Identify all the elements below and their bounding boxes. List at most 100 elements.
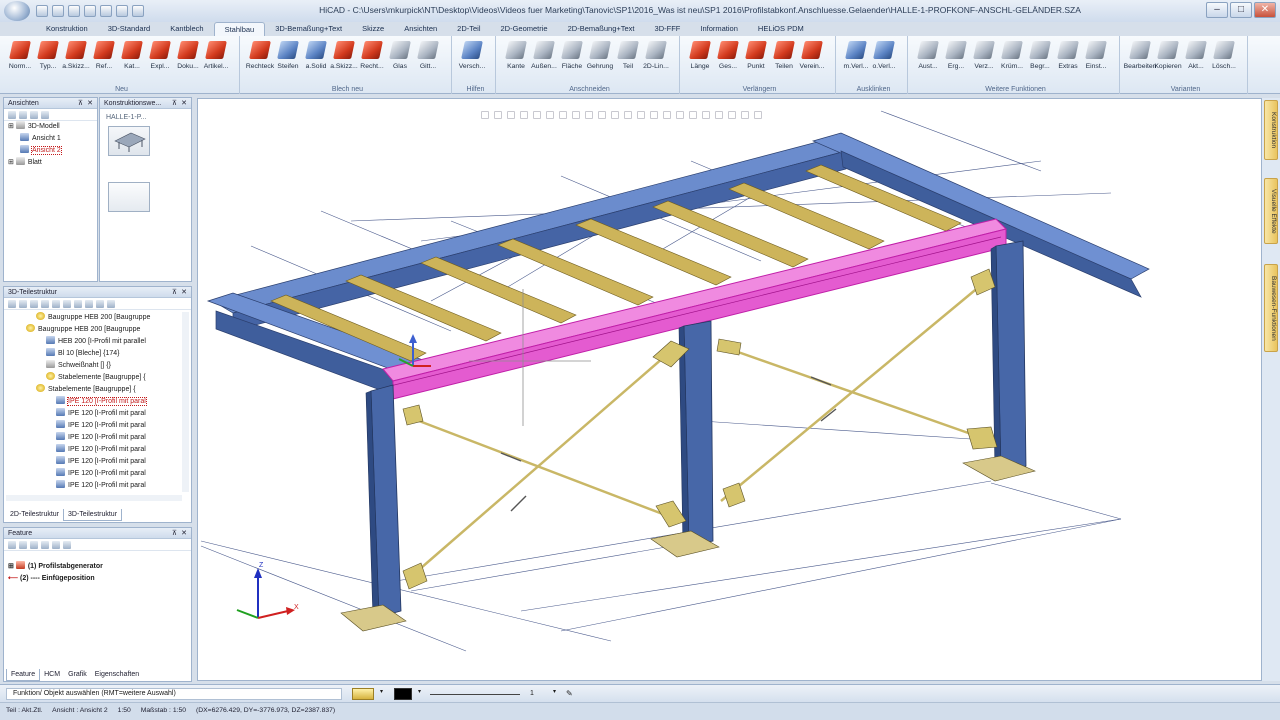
line-color-button[interactable] [394,688,412,700]
view-tool-icon[interactable] [8,111,16,119]
lösch-button[interactable]: Lösch... [1210,38,1238,82]
m-verl-button[interactable]: m.Verl... [842,38,870,82]
side-tab-building-functions[interactable]: Bauwesen-Funktionen [1264,264,1278,352]
maximize-button[interactable]: □ [1230,2,1252,18]
part-tree-row[interactable]: IPE 120 [I-Profil mit paral [6,432,182,444]
tab-2d-teilestruktur[interactable]: 2D-Teilestruktur [6,509,63,521]
part-tree-row[interactable]: Baugruppe HEB 200 [Baugruppe [6,312,182,324]
part-tree-row[interactable]: IPE 120 [I-Profil mit paral [6,420,182,432]
tree-item-ansicht-2[interactable]: Ansicht 2 [4,145,97,157]
layer-color-button[interactable] [352,688,374,700]
print-icon[interactable] [84,5,96,17]
dropdown-arrow-icon[interactable]: ▾ [380,688,386,700]
gehrung-button[interactable]: Gehrung [586,38,614,82]
typ-button[interactable]: Typ... [34,38,62,82]
tab-grafik[interactable]: Grafik [64,669,91,681]
punkt-button[interactable]: Punkt [742,38,770,82]
tree-item-blatt[interactable]: ⊞ Blatt [4,157,97,169]
model-thumbnail[interactable] [108,126,150,156]
3d-viewport[interactable]: Z X [197,98,1262,681]
delete-icon[interactable] [19,300,27,308]
feature-tool-icon[interactable] [52,541,60,549]
empty-thumbnail[interactable] [108,182,150,212]
extras-button[interactable]: Extras [1054,38,1082,82]
pin-icon[interactable]: ⊼ [172,528,177,539]
side-tab-konstruktion[interactable]: Konstruktion [1264,100,1278,160]
pin-icon[interactable]: ⊼ [172,287,177,298]
glas-button[interactable]: Glas [386,38,414,82]
steifen-button[interactable]: Steifen [274,38,302,82]
tab-3d-teilestruktur[interactable]: 3D-Teilestruktur [63,509,123,521]
fläche-button[interactable]: Fläche [558,38,586,82]
part-tree-row[interactable]: IPE 120 [I-Profil mit paral [6,408,182,420]
line-width-value[interactable]: 1 [530,688,550,700]
ges-button[interactable]: Ges... [714,38,742,82]
structure-tool-icon[interactable] [8,300,16,308]
application-menu-button[interactable] [4,1,30,21]
begr-button[interactable]: Begr... [1026,38,1054,82]
kante-button[interactable]: Kante [502,38,530,82]
tab-eigenschaften[interactable]: Eigenschaften [91,669,143,681]
part-tree-row[interactable]: Stabelemente [Baugruppe] { [6,384,182,396]
vertical-scrollbar[interactable] [182,312,189,492]
kat-button[interactable]: Kat... [118,38,146,82]
tab-information[interactable]: Information [690,22,748,36]
aust-button[interactable]: Aust... [914,38,942,82]
2d-lin-button[interactable]: 2D-Lin... [642,38,670,82]
tab-2d-bemaßung-text[interactable]: 2D-Bemaßung+Text [558,22,645,36]
a-solid-button[interactable]: a.Solid [302,38,330,82]
länge-button[interactable]: Länge [686,38,714,82]
expand-icon[interactable]: ⊞ [8,159,16,166]
akt-button[interactable]: Akt... [1182,38,1210,82]
tab-kantblech[interactable]: Kantblech [160,22,213,36]
minimize-button[interactable]: – [1206,2,1228,18]
tab-konstruktion[interactable]: Konstruktion [36,22,98,36]
tab-hcm[interactable]: HCM [40,669,64,681]
expand-icon[interactable]: ⊞ [8,563,16,570]
tab-3d-standard[interactable]: 3D-Standard [98,22,161,36]
doku-button[interactable]: Doku... [174,38,202,82]
view-tool-icon[interactable] [30,111,38,119]
tab-ansichten[interactable]: Ansichten [394,22,447,36]
tab-helios-pdm[interactable]: HELiOS PDM [748,22,814,36]
tree-item-ansicht-1[interactable]: Ansicht 1 [4,133,97,145]
erg-button[interactable]: Erg... [942,38,970,82]
structure-tool-icon[interactable] [96,300,104,308]
structure-tool-icon[interactable] [41,300,49,308]
part-tree-row[interactable]: HEB 200 [I-Profil mit parallel [6,336,182,348]
new-file-icon[interactable] [36,5,48,17]
a-skizz-button[interactable]: a.Skizz... [62,38,90,82]
line-style-select[interactable] [430,688,520,695]
structure-tool-icon[interactable] [107,300,115,308]
view-tool-icon[interactable] [41,111,49,119]
feature-tool-icon[interactable] [8,541,16,549]
horizontal-scrollbar[interactable] [6,495,182,501]
part-tree-row[interactable]: IPE 120 [I-Profil mit paral [6,480,182,492]
norm-button[interactable]: Norm... [6,38,34,82]
bearbeiten-button[interactable]: Bearbeiten [1124,38,1156,82]
versch-button[interactable]: Versch... [458,38,486,82]
feature-tool-icon[interactable] [30,541,38,549]
tab-3d-fff[interactable]: 3D-FFF [645,22,691,36]
part-tree-row[interactable]: IPE 120 [I-Profil mit paral [6,444,182,456]
feature-tree-row[interactable]: ⊞ (1) Profilstabgenerator [8,561,188,573]
einst-button[interactable]: Einst... [1082,38,1110,82]
pin-icon[interactable]: ⊼ [172,98,177,109]
side-tab-visual-effects[interactable]: Visuelle Effekte [1264,178,1278,244]
open-file-icon[interactable] [52,5,64,17]
feature-tool-icon[interactable] [63,541,71,549]
verein-button[interactable]: Verein... [798,38,826,82]
close-icon[interactable]: ✕ [87,98,93,109]
save-icon[interactable] [68,5,80,17]
structure-tool-icon[interactable] [74,300,82,308]
verz-button[interactable]: Verz... [970,38,998,82]
rechteck-button[interactable]: Rechteck [246,38,274,82]
part-tree-row[interactable]: Baugruppe HEB 200 [Baugruppe [6,324,182,336]
a-skizz-button[interactable]: a.Skizz... [330,38,358,82]
tab-feature[interactable]: Feature [6,669,41,681]
structure-tool-icon[interactable] [52,300,60,308]
part-tree-row[interactable]: IPE 120 [I-Profil mit paral [6,396,182,408]
ref-button[interactable]: Ref... [90,38,118,82]
feature-tool-icon[interactable] [19,541,27,549]
close-icon[interactable]: ✕ [181,287,187,298]
